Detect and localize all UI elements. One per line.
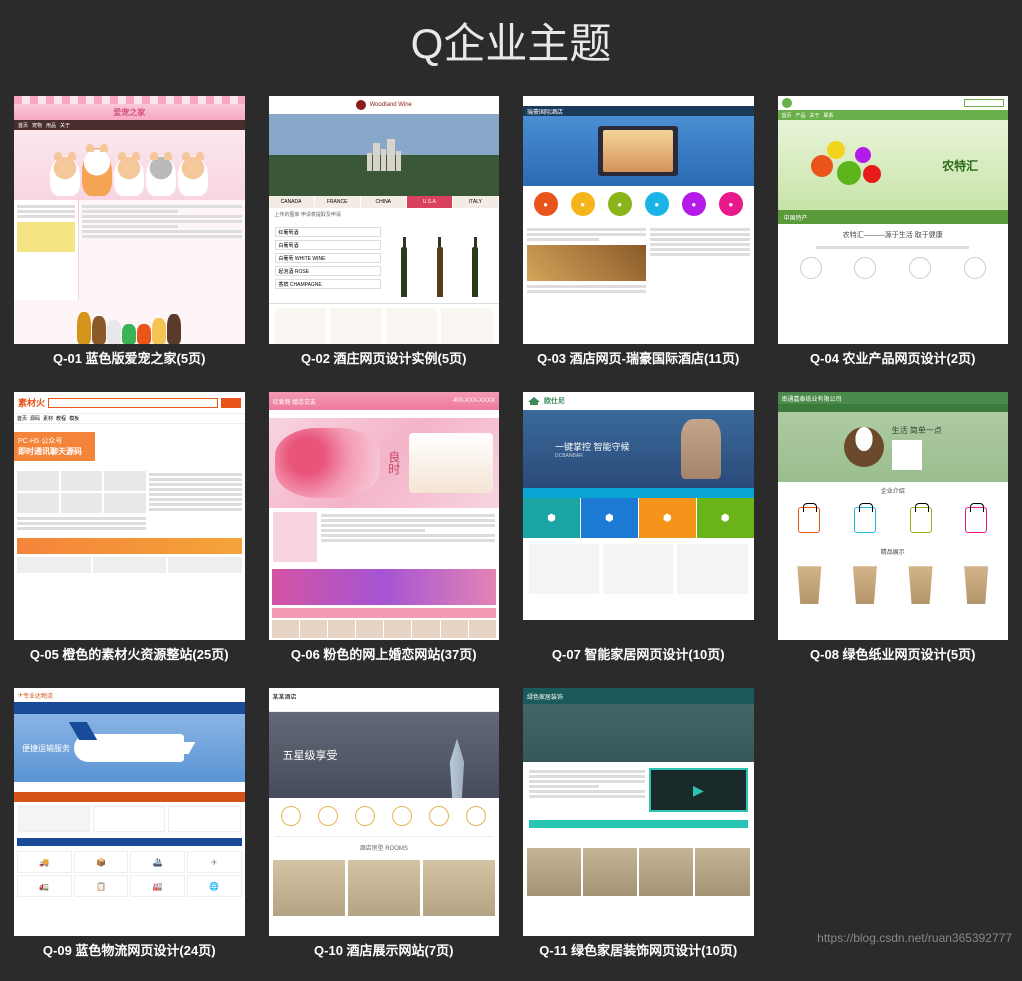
thumbnail: ✈ 专业达物流 便捷运输服务 🚚📦🚢✈🚛📋🏭🌐 bbox=[14, 688, 245, 936]
thumbnail: 欧仕尼 一键掌控 智能守候DCBANBAR ⬢⬢ ⬢⬢ bbox=[523, 392, 754, 640]
brand-text: 爱宠之家 bbox=[14, 104, 245, 120]
card-caption: Q-07 智能家居网页设计(10页) bbox=[523, 640, 754, 664]
house-icon bbox=[527, 396, 541, 406]
card-caption: Q-05 橙色的素材火资源整站(25页) bbox=[14, 640, 245, 664]
watermark: https://blog.csdn.net/ruan365392777 bbox=[817, 931, 1012, 945]
thumbnail: 瑞豪国际酒店 ●● ●● ●● bbox=[523, 96, 754, 344]
card-caption: Q-03 酒店网页-瑞豪国际酒店(11页) bbox=[523, 344, 754, 368]
theme-card-q03[interactable]: 瑞豪国际酒店 ●● ●● ●● Q-03 酒店网页-瑞豪国际酒店(11页) bbox=[523, 96, 754, 368]
card-caption: Q-06 粉色的网上婚恋网站(37页) bbox=[269, 640, 500, 664]
card-caption: Q-10 酒店展示网站(7页) bbox=[269, 936, 500, 960]
thumbnail: Woodland Wine CANADAFRANCE CHINAU.S.A IT… bbox=[269, 96, 500, 344]
thumbnail: 爱宠之家 首页宠物用品关于 bbox=[14, 96, 245, 344]
theme-card-q02[interactable]: Woodland Wine CANADAFRANCE CHINAU.S.A IT… bbox=[269, 96, 500, 368]
thumbnail: 绿色家居装饰 ▶ bbox=[523, 688, 754, 936]
theme-card-q05[interactable]: 素材火 首页源码素材教程模板 PC·H5·公众号即时通讯聊天源码 Q-05 橙色… bbox=[14, 392, 245, 664]
theme-card-q09[interactable]: ✈ 专业达物流 便捷运输服务 🚚📦🚢✈🚛📋🏭🌐 Q-09 蓝色物流网页设计(24… bbox=[14, 688, 245, 960]
card-caption: Q-02 酒庄网页设计实例(5页) bbox=[269, 344, 500, 368]
theme-card-q01[interactable]: 爱宠之家 首页宠物用品关于 Q-01 蓝色版爱宠之家(5页) bbox=[14, 96, 245, 368]
theme-card-q04[interactable]: 首页产品关于联系 农特汇 中国特产 农特汇———源于生活 取于健康 Q-04 农… bbox=[778, 96, 1009, 368]
theme-card-q07[interactable]: 欧仕尼 一键掌控 智能守候DCBANBAR ⬢⬢ ⬢⬢ Q-07 智能家居网页设… bbox=[523, 392, 754, 664]
card-caption: Q-11 绿色家居装饰网页设计(10页) bbox=[523, 936, 754, 960]
theme-card-q08[interactable]: 南通嘉泰纸业有限公司 生活 简单一点 企业介绍 精品展示 Q-08 绿色纸业网页… bbox=[778, 392, 1009, 664]
card-caption: Q-09 蓝色物流网页设计(24页) bbox=[14, 936, 245, 960]
theme-card-q06[interactable]: 珍爱网 婚恋交友400-XXX-XXXX 良时 Q-06 粉色的网上婚恋网站(3… bbox=[269, 392, 500, 664]
card-caption: Q-04 农业产品网页设计(2页) bbox=[778, 344, 1009, 368]
thumbnail: 某某酒店 五星级享受 酒店房型 ROOMS bbox=[269, 688, 500, 936]
page-title: Q企业主题 bbox=[0, 0, 1022, 96]
theme-card-q10[interactable]: 某某酒店 五星级享受 酒店房型 ROOMS Q-10 酒店展示网站(7页) bbox=[269, 688, 500, 960]
play-icon: ▶ bbox=[649, 768, 747, 812]
thumbnail: 南通嘉泰纸业有限公司 生活 简单一点 企业介绍 精品展示 bbox=[778, 392, 1009, 640]
thumbnail: 首页产品关于联系 农特汇 中国特产 农特汇———源于生活 取于健康 bbox=[778, 96, 1009, 344]
thumbnail: 素材火 首页源码素材教程模板 PC·H5·公众号即时通讯聊天源码 bbox=[14, 392, 245, 640]
card-caption: Q-01 蓝色版爱宠之家(5页) bbox=[14, 344, 245, 368]
theme-grid: 爱宠之家 首页宠物用品关于 Q-01 蓝色版爱宠之家(5页) bbox=[0, 96, 1022, 961]
thumbnail: 珍爱网 婚恋交友400-XXX-XXXX 良时 bbox=[269, 392, 500, 640]
card-caption: Q-08 绿色纸业网页设计(5页) bbox=[778, 640, 1009, 664]
theme-card-q11[interactable]: 绿色家居装饰 ▶ Q-11 绿色家居装饰网页设计(10页) bbox=[523, 688, 754, 960]
